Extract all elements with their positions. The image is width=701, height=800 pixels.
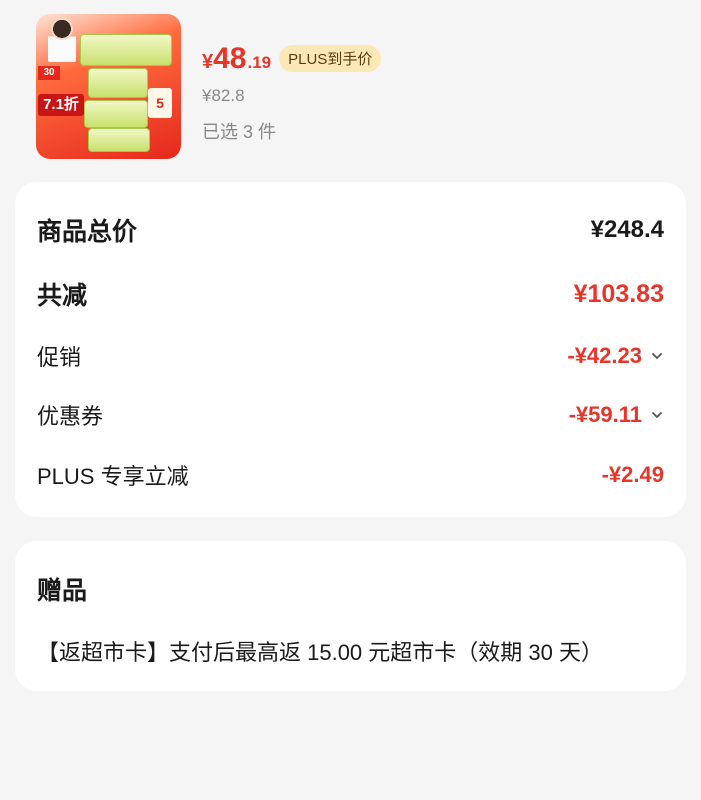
- gift-title: 赠品: [37, 577, 88, 605]
- gift-card: 赠品 【返超市卡】支付后最高返 15.00 元超市卡（效期 30 天）: [15, 541, 686, 691]
- selected-count: 已选 3 件: [202, 122, 277, 142]
- chevron-down-icon[interactable]: [650, 349, 664, 363]
- thumbnail-badge: 30: [38, 66, 60, 80]
- tissue-pack-image: [88, 128, 150, 152]
- coupon-value-wrap[interactable]: -¥59.11: [569, 402, 664, 428]
- product-summary: 30 7.1折 5 ¥ 48 .19 PLUS到手价 ¥82.8 已选 3 件: [36, 14, 686, 164]
- coupon-value: -¥59.11: [568, 402, 642, 427]
- price-currency: ¥: [202, 51, 214, 73]
- thumbnail-discount: 7.1折: [38, 94, 84, 116]
- coupon-row[interactable]: 优惠券 -¥59.11: [37, 398, 664, 432]
- tissue-pack-image: [84, 100, 148, 128]
- chevron-down-icon[interactable]: [650, 408, 664, 422]
- promotion-value: -¥42.23: [567, 343, 642, 368]
- price-decimal: .19: [247, 53, 272, 72]
- plus-price-badge: PLUS到手价: [279, 45, 382, 72]
- total-discount-label: 共减: [37, 282, 88, 310]
- promotion-label: 促销: [37, 345, 82, 370]
- gift-description: 【返超市卡】支付后最高返 15.00 元超市卡（效期 30 天）: [37, 640, 603, 665]
- total-price-value: ¥248.4: [590, 216, 664, 243]
- tissue-pack-image: [80, 34, 172, 66]
- total-price-label: 商品总价: [37, 218, 138, 246]
- price-summary-card: 商品总价 ¥248.4 共减 ¥103.83 促销 -¥42.23 优惠券 -¥…: [15, 182, 686, 517]
- promotion-row[interactable]: 促销 -¥42.23: [37, 339, 664, 373]
- product-thumbnail[interactable]: 30 7.1折 5: [36, 14, 181, 159]
- plus-discount-value: -¥2.49: [601, 462, 664, 487]
- plus-discount-label: PLUS 专享立减: [37, 464, 189, 489]
- plus-discount-row: PLUS 专享立减 -¥2.49: [37, 458, 664, 492]
- total-discount-row: 共减 ¥103.83: [37, 276, 664, 312]
- tissue-pack-image: [88, 68, 148, 98]
- promotion-value-wrap[interactable]: -¥42.23: [567, 343, 664, 369]
- total-discount-value: ¥103.83: [573, 279, 664, 308]
- spokesperson-figure: [48, 16, 76, 62]
- price-integer: 48: [213, 42, 247, 75]
- coupon-label: 优惠券: [37, 404, 104, 429]
- total-price-row: 商品总价 ¥248.4: [37, 212, 664, 248]
- thumbnail-pack-count: 5: [148, 88, 172, 118]
- original-price: ¥82.8: [202, 86, 245, 105]
- plus-price: ¥ 48 .19 PLUS到手价: [202, 42, 382, 82]
